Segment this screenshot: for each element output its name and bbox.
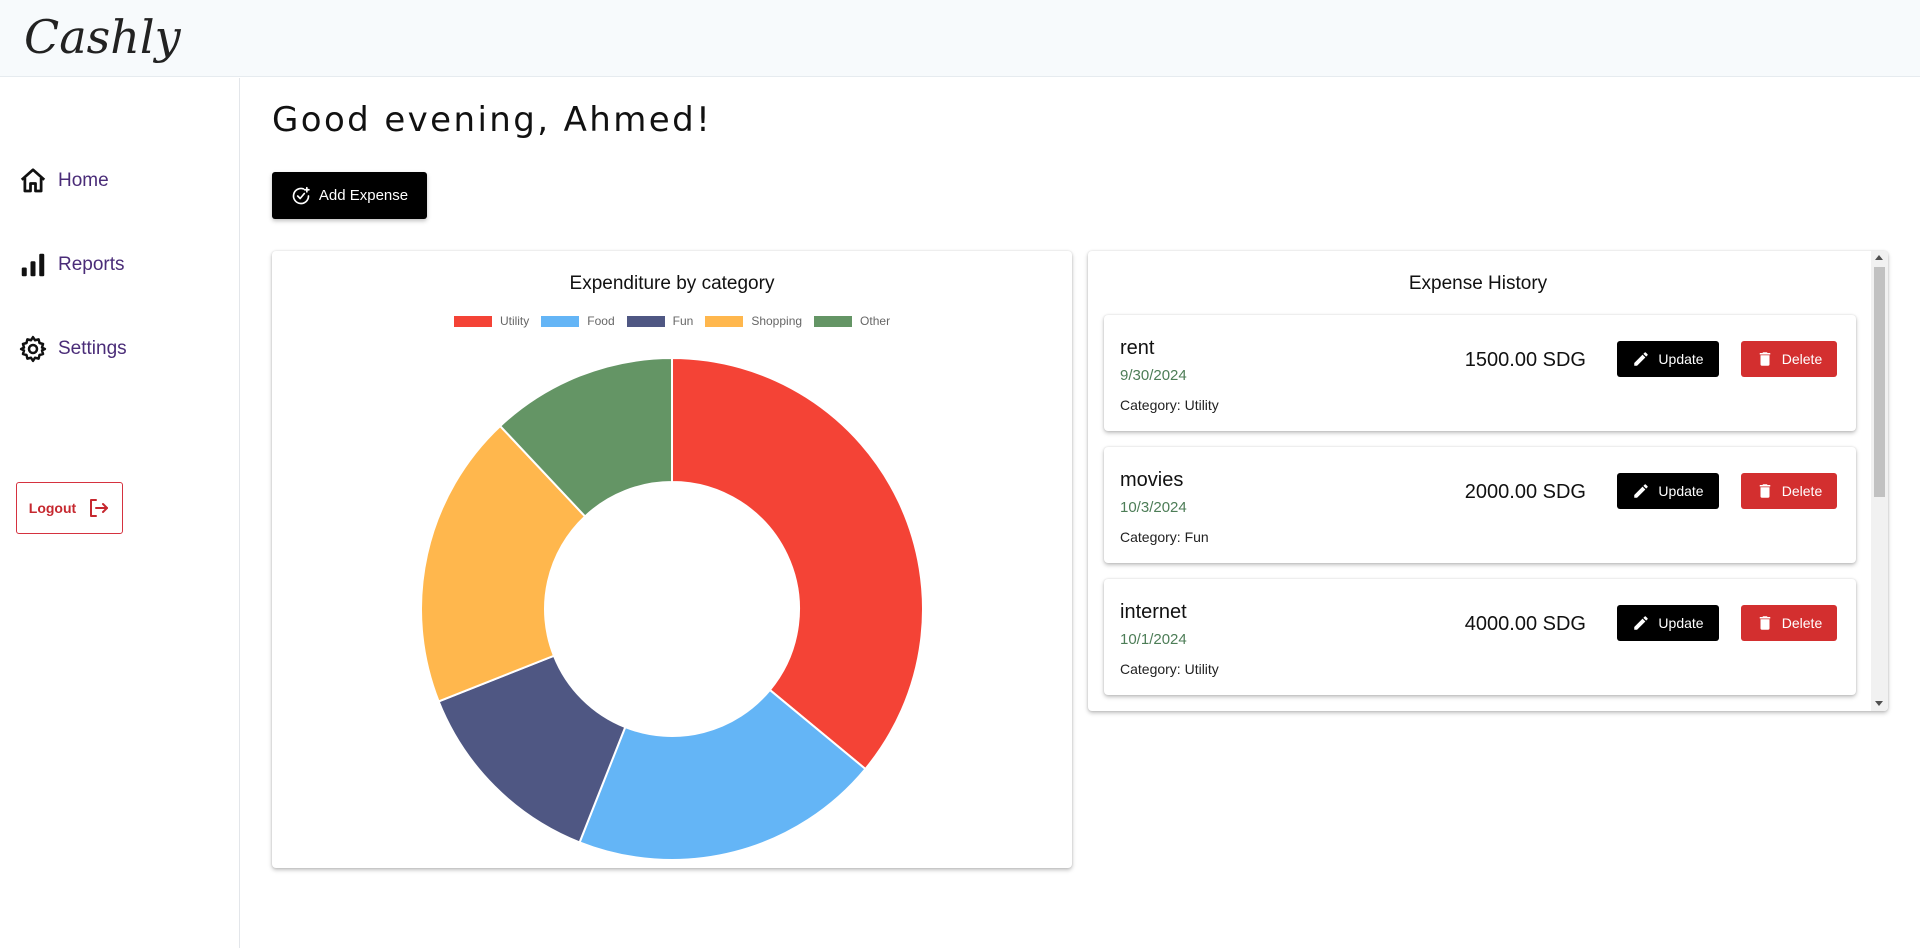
trash-icon xyxy=(1759,352,1771,366)
pencil-icon xyxy=(1634,352,1649,366)
add-expense-label: Add Expense xyxy=(318,187,409,204)
home-icon xyxy=(20,168,46,193)
scroll-thumb[interactable] xyxy=(1874,267,1885,497)
expense-category: Category: Utility xyxy=(1120,661,1219,677)
delete-label: Delete xyxy=(1781,615,1823,631)
expense-amount: 2000.00 SDG xyxy=(1464,481,1586,503)
update-label: Update xyxy=(1658,483,1704,499)
expense-date: 9/30/2024 xyxy=(1120,367,1187,384)
expense-category: Category: Fun xyxy=(1120,529,1209,545)
sidebar-item-reports[interactable]: Reports xyxy=(18,250,125,280)
legend-swatch xyxy=(705,315,744,327)
legend-item-utility[interactable]: Utility xyxy=(453,314,530,328)
delete-button[interactable]: Delete xyxy=(1741,605,1837,641)
scroll-up-arrow-icon[interactable] xyxy=(1875,255,1883,260)
legend-swatch xyxy=(453,315,492,327)
app-logo[interactable]: Cashly xyxy=(24,10,181,64)
legend-label: Food xyxy=(587,314,615,328)
logout-icon xyxy=(90,499,109,517)
add-check-circle-icon xyxy=(292,186,310,204)
expenditure-chart-card: Expenditure by category Utility Food Fun Sh… xyxy=(272,251,1072,868)
delete-button[interactable]: Delete xyxy=(1741,341,1837,377)
sidebar-item-home[interactable]: Home xyxy=(18,166,109,196)
delete-button[interactable]: Delete xyxy=(1741,473,1837,509)
donut-chart[interactable] xyxy=(272,251,1072,868)
legend-label: Fun xyxy=(672,314,694,328)
legend-item-other[interactable]: Other xyxy=(814,314,890,328)
delete-label: Delete xyxy=(1781,351,1823,367)
expense-amount: 4000.00 SDG xyxy=(1464,613,1586,635)
expense-date: 10/1/2024 xyxy=(1120,631,1187,648)
legend-label: Shopping xyxy=(751,314,803,328)
scroll-down-arrow-icon[interactable] xyxy=(1875,701,1883,706)
bar-chart-icon xyxy=(21,253,45,277)
history-title: Expense History xyxy=(1408,273,1548,294)
expense-item: internet 10/1/2024 Category: Utility 400… xyxy=(1104,579,1856,695)
update-button[interactable]: Update xyxy=(1617,605,1719,641)
chart-title: Expenditure by category xyxy=(569,273,775,294)
chart-legend: Utility Food Fun Shopping Other xyxy=(272,314,1072,328)
expense-name: movies xyxy=(1120,469,1184,491)
delete-label: Delete xyxy=(1781,483,1823,499)
expense-name: rent xyxy=(1120,337,1155,359)
expense-name: internet xyxy=(1120,601,1187,623)
update-label: Update xyxy=(1658,615,1704,631)
update-button[interactable]: Update xyxy=(1617,473,1719,509)
sidebar-item-settings[interactable]: Settings xyxy=(18,334,127,364)
expense-item: movies 10/3/2024 Category: Fun 2000.00 S… xyxy=(1104,447,1856,563)
legend-item-shopping[interactable]: Shopping xyxy=(705,314,802,328)
history-scrollbar[interactable] xyxy=(1871,251,1888,711)
update-button[interactable]: Update xyxy=(1617,341,1719,377)
trash-icon xyxy=(1759,616,1771,630)
logout-label: Logout xyxy=(28,500,77,516)
legend-item-fun[interactable]: Fun xyxy=(626,314,694,328)
sidebar-item-label: Settings xyxy=(58,338,127,359)
add-expense-button[interactable]: Add Expense xyxy=(272,172,427,219)
legend-swatch xyxy=(541,315,580,327)
sidebar: Home Reports Settings Logout xyxy=(0,78,240,948)
expense-category: Category: Utility xyxy=(1120,397,1219,413)
gear-icon xyxy=(19,335,47,363)
update-label: Update xyxy=(1658,351,1704,367)
expense-amount: 1500.00 SDG xyxy=(1464,349,1586,371)
trash-icon xyxy=(1759,484,1771,498)
logout-button[interactable]: Logout xyxy=(16,482,123,534)
expense-item: rent 9/30/2024 Category: Utility 1500.00… xyxy=(1104,315,1856,431)
legend-label: Utility xyxy=(499,314,530,328)
legend-item-food[interactable]: Food xyxy=(541,314,615,328)
donut-slice-utility[interactable] xyxy=(671,356,924,771)
legend-swatch xyxy=(814,315,853,327)
pencil-icon xyxy=(1634,616,1649,630)
expense-date: 10/3/2024 xyxy=(1120,499,1187,516)
sidebar-item-label: Reports xyxy=(58,254,125,275)
page-title: Good evening, Ahmed! xyxy=(272,100,713,140)
expense-history-card: Expense History rent 9/30/2024 Category:… xyxy=(1088,251,1888,711)
pencil-icon xyxy=(1634,484,1649,498)
legend-label: Other xyxy=(860,314,891,328)
sidebar-item-label: Home xyxy=(58,170,109,191)
top-bar: Cashly xyxy=(0,0,1920,77)
legend-swatch xyxy=(626,315,665,327)
